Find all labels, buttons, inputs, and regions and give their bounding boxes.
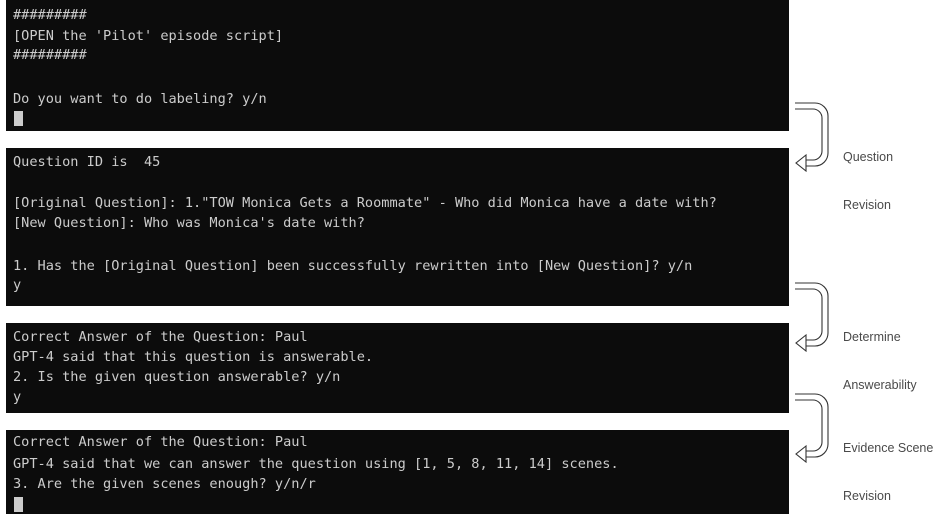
original-question: [Original Question]: 1."TOW Monica Gets … [13,195,717,211]
labeling-prompt: Do you want to do labeling? y/n [13,91,267,107]
step-label-line: Revision [843,489,891,503]
u-turn-arrow-icon [795,282,829,352]
question-id: Question ID is 45 [13,154,161,170]
terminal-panel-evidence-scenes: Correct Answer of the Question: Paul GPT… [6,430,789,514]
step-label-line: Answerability [843,378,917,392]
step-label-line: Evidence Scene [843,441,934,455]
step-label-question-revision: Question Revision [843,117,893,229]
step-label-determine-answerability: Determine Answerability [843,297,917,409]
user-response: y [13,277,22,293]
correct-answer: Correct Answer of the Question: Paul [13,434,308,450]
terminal-line: [OPEN the 'Pilot' episode script] [13,28,284,44]
correct-answer: Correct Answer of the Question: Paul [13,329,308,345]
text-cursor [14,497,23,512]
step-label-evidence-scene-revision: Evidence Scene Revision [843,408,933,520]
text-cursor [14,111,23,126]
user-response: y [13,389,22,405]
step-label-line: Question [843,150,894,164]
step-label-line: Determine [843,330,901,344]
terminal-line: ######### [13,7,87,23]
u-turn-arrow-icon [795,102,829,172]
terminal-panel-open-script: ######### [OPEN the 'Pilot' episode scri… [6,0,789,131]
gpt4-statement: GPT-4 said that we can answer the questi… [13,456,619,472]
u-turn-arrow-icon [795,393,829,463]
terminal-panel-answerability: Correct Answer of the Question: Paul GPT… [6,323,789,413]
new-question: [New Question]: Who was Monica's date wi… [13,215,365,231]
terminal-panel-question-revision: Question ID is 45 [Original Question]: 1… [6,148,789,306]
rewrite-prompt: 1. Has the [Original Question] been succ… [13,258,693,274]
answerable-prompt: 2. Is the given question answerable? y/n [13,369,341,385]
gpt4-statement: GPT-4 said that this question is answera… [13,349,374,365]
step-label-line: Revision [843,198,891,212]
terminal-line: ######### [13,47,87,63]
scenes-prompt: 3. Are the given scenes enough? y/n/r [13,476,316,492]
